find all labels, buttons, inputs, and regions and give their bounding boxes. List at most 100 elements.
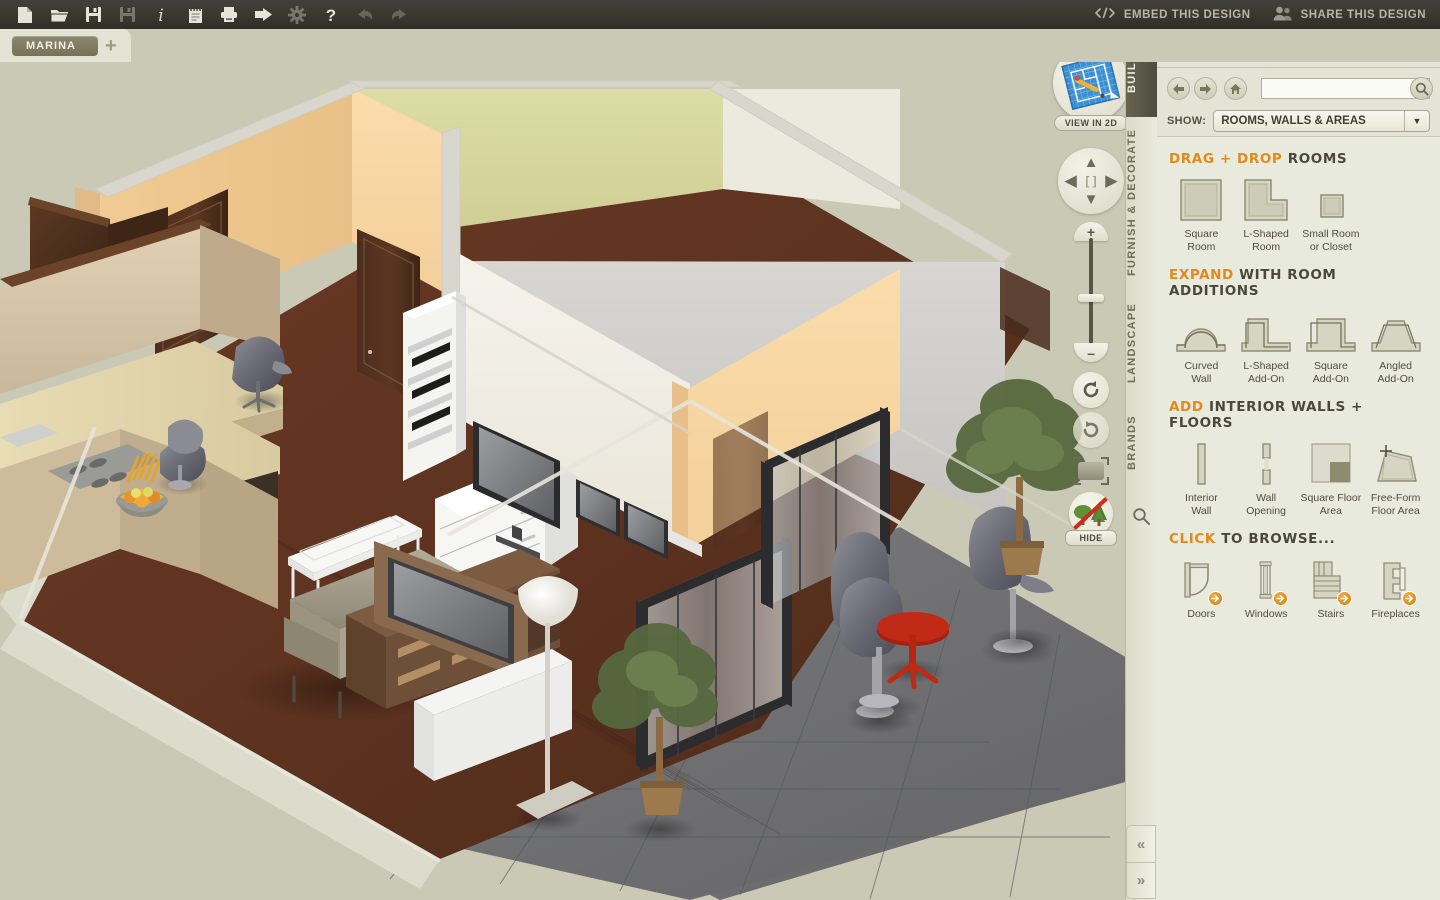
tab-landscape[interactable]: LANDSCAPE xyxy=(1126,287,1158,399)
top-toolbar: i ? EMBED THIS DESIGN SHARE THIS DESIGN xyxy=(0,0,1440,29)
pan-left-arrow[interactable]: ◀ xyxy=(1065,174,1077,189)
section-title-rest: TO BROWSE... xyxy=(1215,531,1336,547)
section-click-to-browse: CLICK TO BROWSE... Doors Windows Stairs … xyxy=(1169,531,1428,621)
pan-right-arrow[interactable]: ▶ xyxy=(1105,174,1117,189)
square-room-icon xyxy=(1169,177,1234,223)
panel-search-icon[interactable] xyxy=(1132,507,1151,531)
pan-up-arrow[interactable]: ▲ xyxy=(1084,155,1099,170)
search-input[interactable] xyxy=(1261,78,1430,99)
rotate-counterclockwise-icon[interactable] xyxy=(1073,372,1109,408)
item-label: Curved Wall xyxy=(1184,360,1219,385)
design-canvas-3d[interactable] xyxy=(0,29,1155,900)
item-square-room[interactable]: Square Room xyxy=(1169,175,1234,253)
item-doors[interactable]: Doors xyxy=(1169,555,1234,621)
floorplan-3d-render xyxy=(0,29,1155,900)
add-tab-button[interactable]: + xyxy=(105,36,117,56)
chevron-down-icon[interactable]: ▼ xyxy=(1404,111,1429,131)
settings-gear-icon[interactable] xyxy=(280,0,314,29)
section-title-highlight: DRAG + DROP xyxy=(1169,151,1283,167)
help-icon[interactable]: ? xyxy=(314,0,348,29)
project-tab-marina[interactable]: MARINA xyxy=(12,35,98,56)
print-icon[interactable] xyxy=(212,0,246,29)
item-label: L-Shaped Room xyxy=(1243,228,1289,253)
save-as-icon[interactable] xyxy=(110,0,144,29)
item-interior-wall[interactable]: Interior Wall xyxy=(1169,439,1234,517)
search-submit-icon[interactable] xyxy=(1410,77,1433,100)
item-square-addon[interactable]: Square Add-On xyxy=(1299,307,1364,385)
panel-search-box xyxy=(1261,77,1433,100)
vertical-tab-strip: BUILD FURNISH & DECORATE LANDSCAPE BRAND… xyxy=(1125,29,1158,900)
zoom-slider-track[interactable] xyxy=(1089,238,1093,348)
section-title: ADD INTERIOR WALLS + FLOORS xyxy=(1169,399,1428,431)
open-folder-icon[interactable] xyxy=(42,0,76,29)
embed-design-button[interactable]: EMBED THIS DESIGN xyxy=(1094,7,1251,22)
pan-control[interactable]: ▲ ▼ ◀ ▶ [ ] xyxy=(1058,148,1124,214)
section-item-grid: Interior Wall Wall Opening Square Floor Are… xyxy=(1169,439,1428,517)
notes-icon[interactable] xyxy=(178,0,212,29)
angled-addon-icon xyxy=(1363,309,1428,355)
svg-text:i: i xyxy=(158,6,163,24)
pan-down-arrow[interactable]: ▼ xyxy=(1084,192,1099,207)
item-angled-addon[interactable]: Angled Add-On xyxy=(1363,307,1428,385)
info-icon[interactable]: i xyxy=(144,0,178,29)
tab-strip: MARINA + xyxy=(0,29,131,62)
tab-brands[interactable]: BRANDS xyxy=(1126,399,1158,487)
section-item-grid: Square Room L-Shaped Room Small Room or Clo… xyxy=(1169,175,1428,253)
section-room-additions: EXPAND WITH ROOM ADDITIONS Curved Wall L-… xyxy=(1169,267,1428,385)
zoom-slider[interactable]: + – xyxy=(1074,222,1108,362)
expand-panel-button[interactable]: » xyxy=(1126,862,1156,899)
item-windows[interactable]: Windows xyxy=(1234,555,1299,621)
zoom-out-button[interactable]: – xyxy=(1074,343,1108,362)
hide-label[interactable]: HIDE xyxy=(1065,530,1117,546)
panel-content: DRAG + DROP ROOMS Square Room L-Shaped Roo… xyxy=(1157,137,1440,621)
zoom-slider-handle[interactable] xyxy=(1078,294,1104,302)
home-icon[interactable] xyxy=(1224,77,1247,100)
tab-furnish-decorate[interactable]: FURNISH & DECORATE xyxy=(1126,117,1158,287)
item-empty-slot xyxy=(1363,175,1428,253)
item-small-room-closet[interactable]: Small Room or Closet xyxy=(1299,175,1364,253)
collapse-panel-button[interactable]: « xyxy=(1126,825,1156,862)
rotate-clockwise-icon[interactable] xyxy=(1073,412,1109,448)
browse-badge-icon xyxy=(1337,591,1353,606)
section-title: EXPAND WITH ROOM ADDITIONS xyxy=(1169,267,1428,299)
section-title-highlight: ADD xyxy=(1169,399,1204,415)
item-fireplaces[interactable]: Fireplaces xyxy=(1363,555,1428,621)
square-addon-icon xyxy=(1299,309,1364,355)
show-dropdown[interactable]: ROOMS, WALLS & AREAS ▼ xyxy=(1213,110,1430,132)
forward-arrow-icon[interactable] xyxy=(1194,77,1217,100)
undo-icon[interactable] xyxy=(348,0,382,29)
show-dropdown-value: ROOMS, WALLS & AREAS xyxy=(1221,115,1366,127)
item-label: Free-Form Floor Area xyxy=(1370,492,1421,517)
export-icon[interactable] xyxy=(246,0,280,29)
section-title-highlight: CLICK xyxy=(1169,531,1216,547)
section-item-grid: Curved Wall L-Shaped Add-On Square Add-On xyxy=(1169,307,1428,385)
item-curved-wall[interactable]: Curved Wall xyxy=(1169,307,1234,385)
save-icon[interactable] xyxy=(76,0,110,29)
item-stairs[interactable]: Stairs xyxy=(1299,555,1364,621)
share-design-button[interactable]: SHARE THIS DESIGN xyxy=(1273,6,1426,24)
item-square-floor-area[interactable]: Square Floor Area xyxy=(1299,439,1364,517)
l-shaped-addon-icon xyxy=(1234,309,1299,355)
l-shaped-room-icon xyxy=(1234,177,1299,223)
people-icon xyxy=(1273,6,1293,24)
redo-icon[interactable] xyxy=(382,0,416,29)
square-floor-area-icon xyxy=(1299,441,1364,487)
item-wall-opening[interactable]: Wall Opening xyxy=(1234,439,1299,517)
show-filter-row: SHOW: ROOMS, WALLS & AREAS ▼ xyxy=(1167,110,1430,132)
pan-center-reset[interactable]: [ ] xyxy=(1085,175,1096,187)
item-l-shaped-addon[interactable]: L-Shaped Add-On xyxy=(1234,307,1299,385)
window-icon xyxy=(1234,557,1299,606)
view-2d-label[interactable]: VIEW IN 2D xyxy=(1054,115,1128,131)
item-l-shaped-room[interactable]: L-Shaped Room xyxy=(1234,175,1299,253)
item-label: Fireplaces xyxy=(1371,608,1420,620)
shelf-unit-white xyxy=(403,291,466,481)
item-label: Square Add-On xyxy=(1312,360,1349,385)
new-document-icon[interactable] xyxy=(8,0,42,29)
back-arrow-icon[interactable] xyxy=(1167,77,1190,100)
section-drag-drop-rooms: DRAG + DROP ROOMS Square Room L-Shaped Roo… xyxy=(1169,151,1428,253)
item-label: Wall Opening xyxy=(1246,492,1286,517)
snapshot-frame-icon[interactable] xyxy=(1071,456,1111,486)
wall-opening-icon xyxy=(1234,441,1299,487)
item-free-form-floor-area[interactable]: Free-Form Floor Area xyxy=(1363,439,1428,517)
item-label: Stairs xyxy=(1317,608,1345,620)
